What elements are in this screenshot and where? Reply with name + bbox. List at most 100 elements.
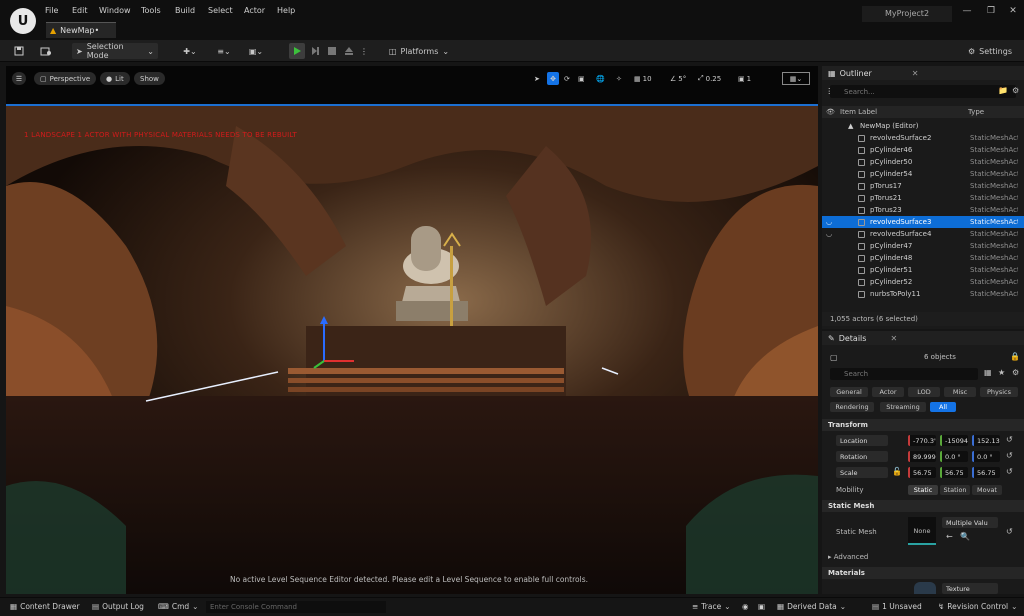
add-actor-button[interactable]: ✚⌄ — [178, 43, 202, 59]
table-view-icon[interactable]: ▦ — [984, 368, 992, 377]
menu-actor[interactable]: Actor — [244, 6, 265, 15]
play-options-icon[interactable]: ⋮ — [360, 43, 368, 59]
filter-misc[interactable]: Misc — [944, 387, 976, 397]
outliner-row[interactable]: ◡ revolvedSurface3 StaticMeshActor — [822, 216, 1024, 228]
outliner-row[interactable]: pCylinder52 StaticMeshActor — [822, 276, 1024, 288]
scale-y[interactable]: 56.75 — [940, 467, 968, 478]
menu-edit[interactable]: Edit — [72, 6, 88, 15]
save-icon[interactable] — [12, 43, 26, 59]
layout-icon[interactable]: ▦⌄ — [782, 72, 810, 85]
content-drawer-button[interactable]: ▦ Content Drawer — [10, 602, 80, 611]
mobility-static[interactable]: Static — [908, 485, 938, 495]
browse-asset-icon[interactable]: 🔍 — [960, 532, 970, 541]
scale-snap-button[interactable]: ⤢ 0.25 — [698, 72, 721, 85]
translate-tool-icon[interactable]: ✥ — [547, 72, 559, 85]
filter-rendering[interactable]: Rendering — [830, 402, 874, 412]
reset-icon[interactable]: ↺ — [1006, 467, 1013, 476]
outliner-search-input[interactable]: Search... — [830, 85, 1016, 98]
stream-icon[interactable]: ▣ — [758, 602, 765, 611]
cmd-dropdown[interactable]: ⌨ Cmd ⌄ — [158, 602, 198, 611]
rotation-y[interactable]: 0.0 ° — [940, 451, 968, 462]
location-z[interactable]: 152.13 — [972, 435, 1000, 446]
location-x[interactable]: -770.3' — [908, 435, 936, 446]
reset-icon[interactable]: ↺ — [1006, 451, 1013, 460]
selection-mode-dropdown[interactable]: ➤ Selection Mode ⌄ — [72, 42, 158, 60]
step-icon[interactable] — [309, 43, 321, 59]
static-mesh-section[interactable]: Static Mesh — [822, 500, 1024, 512]
filter-all[interactable]: All — [930, 402, 956, 412]
menu-select[interactable]: Select — [208, 6, 233, 15]
details-search-input[interactable]: Search — [830, 368, 978, 380]
col-item-label[interactable]: Item Label — [840, 108, 877, 116]
trace-button[interactable]: ≡ Trace ⌄ — [692, 602, 731, 611]
surface-snap-icon[interactable]: ✧ — [616, 72, 622, 85]
outliner-row[interactable]: pTorus23 StaticMeshActor — [822, 204, 1024, 216]
menu-tools[interactable]: Tools — [141, 6, 161, 15]
close-tab-icon[interactable]: ✕ — [890, 334, 897, 343]
location-y[interactable]: -15094 — [940, 435, 968, 446]
rotation-z[interactable]: 0.0 ° — [972, 451, 1000, 462]
rotation-snap-button[interactable]: ∠ 5° — [670, 72, 686, 85]
scale-z[interactable]: 56.75 — [972, 467, 1000, 478]
reset-icon[interactable]: ↺ — [1006, 435, 1013, 444]
outliner-row[interactable]: pCylinder50 StaticMeshActor — [822, 156, 1024, 168]
viewport-menu-icon[interactable]: ☰ — [12, 72, 26, 85]
outliner-root-row[interactable]: ▲ NewMap (Editor) — [822, 120, 1024, 132]
menu-build[interactable]: Build — [175, 6, 195, 15]
unreal-logo-icon[interactable]: U — [10, 8, 36, 34]
outliner-row[interactable]: pCylinder54 StaticMeshActor — [822, 168, 1024, 180]
eject-icon[interactable] — [343, 43, 355, 59]
location-dropdown[interactable]: Location — [836, 435, 888, 446]
grid-snap-button[interactable]: ▦ 10 — [634, 72, 652, 85]
scale-dropdown[interactable]: Scale — [836, 467, 888, 478]
camera-speed-button[interactable]: ▣ 1 — [738, 72, 751, 85]
close-icon[interactable]: ✕ — [1004, 6, 1022, 20]
outliner-row[interactable]: nurbsToPoly11 StaticMeshActor — [822, 288, 1024, 300]
outliner-row[interactable]: pTorus17 StaticMeshActor — [822, 180, 1024, 192]
rotation-x[interactable]: 89.999' — [908, 451, 936, 462]
filter-general[interactable]: General — [830, 387, 868, 397]
show-button[interactable]: Show — [134, 72, 165, 85]
browse-icon[interactable] — [38, 43, 54, 59]
platforms-dropdown[interactable]: ◫ Platforms ⌄ — [386, 43, 452, 59]
minimize-icon[interactable]: — — [958, 6, 976, 20]
stop-icon[interactable] — [326, 43, 338, 59]
perspective-button[interactable]: ▢ Perspective — [34, 72, 97, 85]
maximize-icon[interactable]: ❐ — [982, 6, 1000, 20]
blueprint-button[interactable]: ≡⌄ — [212, 43, 236, 59]
col-type[interactable]: Type — [968, 108, 984, 116]
material-dropdown[interactable]: Texture — [942, 583, 998, 594]
outliner-settings-icon[interactable]: ⚙ — [1012, 86, 1019, 95]
mobility-movable[interactable]: Movat — [972, 485, 1002, 495]
advanced-expander[interactable]: ▸ Advanced — [828, 553, 868, 561]
derived-data-button[interactable]: ▦ Derived Data ⌄ — [777, 602, 846, 611]
lock-scale-icon[interactable]: 🔓 — [892, 467, 902, 476]
transform-section[interactable]: Transform — [822, 419, 1024, 431]
console-input[interactable]: Enter Console Command — [206, 601, 386, 613]
level-tab[interactable]: ▲ NewMap• — [46, 22, 116, 38]
outliner-row[interactable]: pCylinder46 StaticMeshActor — [822, 144, 1024, 156]
cinematics-button[interactable]: ▣⌄ — [244, 43, 268, 59]
select-tool-icon[interactable]: ➤ — [534, 72, 540, 85]
materials-section[interactable]: Materials — [822, 567, 1024, 579]
scale-tool-icon[interactable]: ▣ — [578, 72, 585, 85]
menu-help[interactable]: Help — [277, 6, 295, 15]
output-log-button[interactable]: ▤ Output Log — [92, 602, 144, 611]
world-space-icon[interactable]: 🌐 — [596, 72, 605, 85]
visibility-icon[interactable]: ◡ — [826, 218, 832, 226]
lock-icon[interactable]: 🔒 — [1010, 352, 1020, 361]
outliner-row[interactable]: ◡ revolvedSurface4 StaticMeshActor — [822, 228, 1024, 240]
mobility-stationary[interactable]: Station — [940, 485, 970, 495]
star-icon[interactable]: ★ — [998, 368, 1005, 377]
rotation-dropdown[interactable]: Rotation — [836, 451, 888, 462]
visibility-icon[interactable]: 👁 — [826, 108, 835, 116]
menu-file[interactable]: File — [45, 6, 58, 15]
add-folder-icon[interactable]: 📁 — [998, 86, 1008, 95]
mesh-dropdown[interactable]: Multiple Valu — [942, 517, 998, 528]
material-thumbnail[interactable] — [914, 582, 936, 594]
outliner-row[interactable]: pTorus21 StaticMeshActor — [822, 192, 1024, 204]
outliner-row[interactable]: revolvedSurface2 StaticMeshActor — [822, 132, 1024, 144]
unsaved-button[interactable]: ▤ 1 Unsaved — [872, 602, 922, 611]
filter-streaming[interactable]: Streaming — [880, 402, 926, 412]
visibility-icon[interactable]: ◡ — [826, 230, 832, 238]
